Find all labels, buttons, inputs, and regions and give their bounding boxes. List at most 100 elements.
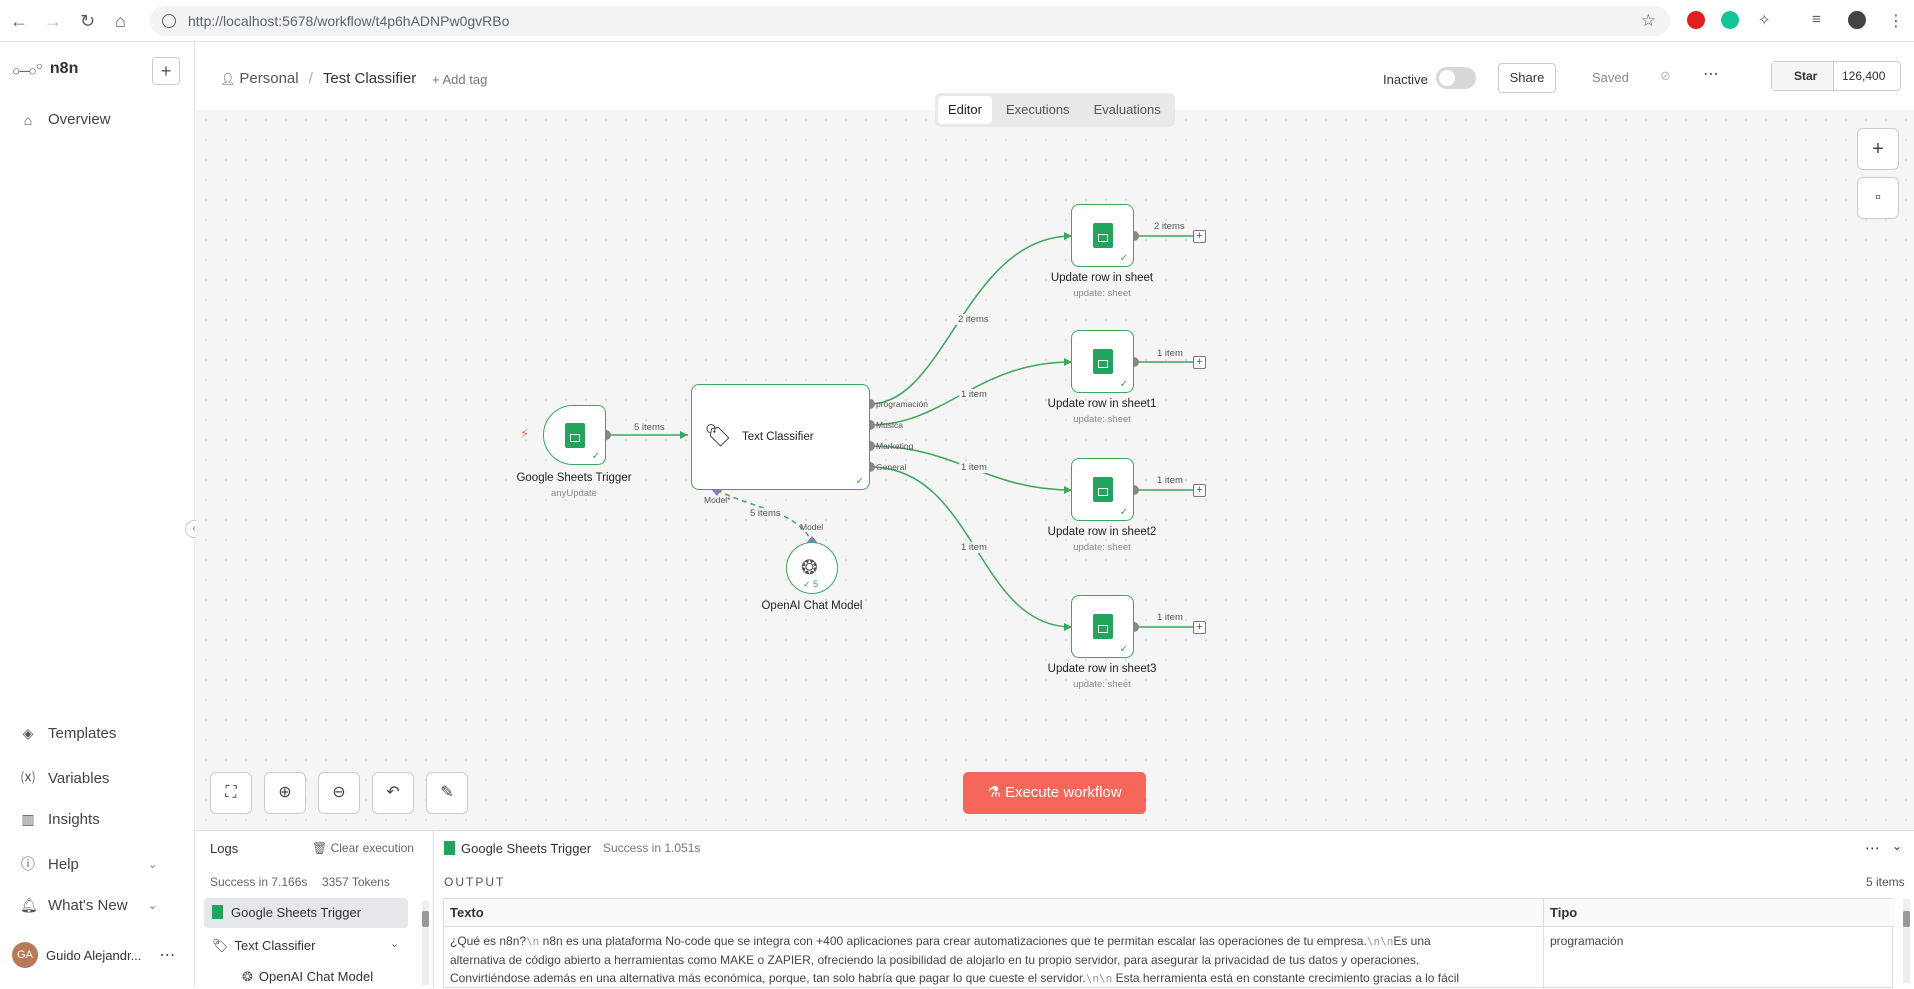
log-tree-item[interactable]: ❂ OpenAI Chat Model bbox=[242, 969, 373, 985]
edge-label: 5 items bbox=[632, 422, 667, 433]
zoom-in-icon[interactable]: ⊕ bbox=[264, 772, 306, 814]
google-sheets-icon bbox=[444, 841, 455, 855]
selected-node-status: Success in 1.051s bbox=[603, 841, 701, 855]
sticky-note-icon[interactable]: ▫ bbox=[1857, 177, 1899, 219]
sidebar-item-templates[interactable]: ◈ Templates bbox=[20, 725, 117, 742]
more-icon[interactable]: ⋯ bbox=[159, 945, 175, 965]
node-update-row-in-sheet[interactable]: ✓ bbox=[1071, 204, 1134, 267]
output-label: OUTPUT bbox=[444, 875, 506, 889]
sidebar: ○─○○ n8n + ⌂ Overview ◈ Templates ⒳ Vari… bbox=[0, 42, 195, 987]
logs-title: Logs bbox=[210, 841, 239, 856]
add-node-button[interactable]: + bbox=[1193, 230, 1206, 243]
log-tree-item[interactable]: Google Sheets Trigger bbox=[212, 905, 361, 920]
undo-icon[interactable]: ↶ bbox=[372, 772, 414, 814]
menu-icon[interactable]: ⋮ bbox=[1888, 11, 1904, 31]
output-port-label: programación bbox=[876, 399, 928, 409]
execute-workflow-button[interactable]: ⚗︎ Execute workflow bbox=[963, 772, 1146, 814]
address-bar[interactable]: http://localhost:5678/workflow/t4p6hADNP… bbox=[150, 6, 1670, 36]
back-icon[interactable]: ← bbox=[10, 11, 28, 32]
workflow-canvas[interactable]: ⚡︎ ✓ Google Sheets Trigger anyUpdate 5 i… bbox=[196, 110, 1914, 830]
edge-label: 2 items bbox=[956, 314, 991, 325]
active-toggle[interactable] bbox=[1436, 67, 1476, 89]
add-node-button[interactable]: + bbox=[1193, 621, 1206, 634]
sidebar-item-label: Insights bbox=[48, 811, 100, 828]
n8n-logo[interactable]: ○─○○ n8n bbox=[12, 60, 78, 79]
bookmark-star-icon[interactable]: ☆ bbox=[1641, 11, 1656, 31]
saved-status: Saved bbox=[1592, 70, 1629, 85]
breadcrumb-project[interactable]: Personal bbox=[239, 70, 298, 87]
reload-icon[interactable]: ↻ bbox=[80, 11, 95, 32]
chevron-down-icon[interactable]: ⌄ bbox=[390, 937, 399, 950]
more-options-icon[interactable]: ⋯ bbox=[1703, 64, 1719, 84]
zoom-out-icon[interactable]: ⊖ bbox=[318, 772, 360, 814]
add-node-button[interactable]: + bbox=[1193, 356, 1206, 369]
table-cell-tipo: programación bbox=[1550, 934, 1624, 948]
extensions-puzzle-icon[interactable]: ✧ bbox=[1758, 11, 1771, 29]
tab-evaluations[interactable]: Evaluations bbox=[1084, 96, 1171, 124]
scrollbar-thumb[interactable] bbox=[1903, 911, 1910, 927]
add-node-button[interactable]: + bbox=[1193, 484, 1206, 497]
scrollbar[interactable] bbox=[1903, 899, 1910, 983]
url-text: http://localhost:5678/workflow/t4p6hADNP… bbox=[188, 13, 510, 29]
add-node-panel-button[interactable]: + bbox=[1857, 128, 1899, 170]
github-star-count: 126,400 bbox=[1842, 69, 1886, 83]
run-token-count: 3357 Tokens bbox=[322, 875, 390, 889]
media-icon[interactable]: ≡ bbox=[1812, 11, 1821, 28]
help-icon: ⓘ bbox=[21, 856, 35, 872]
scrollbar[interactable] bbox=[422, 901, 429, 985]
output-items-count: 5 items bbox=[1866, 875, 1905, 889]
share-button[interactable]: Share bbox=[1498, 63, 1556, 93]
fit-view-icon[interactable]: ⛶ bbox=[210, 772, 252, 814]
create-button[interactable]: + bbox=[152, 57, 180, 85]
output-port-label: Musica bbox=[876, 420, 903, 430]
node-update-row-in-sheet2[interactable]: ✓ bbox=[1071, 458, 1134, 521]
n8n-logo-icon: ○─○○ bbox=[12, 60, 43, 79]
success-check-icon: ✓ bbox=[1119, 379, 1128, 390]
node-title: Update row in sheet bbox=[1050, 272, 1154, 284]
tidy-up-icon[interactable]: ✎ bbox=[426, 772, 468, 814]
log-tree-item[interactable]: 🏷︎ Text Classifier bbox=[212, 938, 315, 954]
site-info-icon[interactable] bbox=[162, 14, 176, 28]
edge-label: 1 item bbox=[1155, 348, 1185, 359]
workflow-name[interactable]: Test Classifier bbox=[323, 70, 416, 87]
sidebar-item-insights[interactable]: ▥ Insights bbox=[20, 811, 100, 828]
node-subtitle: anyUpdate bbox=[551, 488, 597, 499]
node-update-row-in-sheet1[interactable]: ✓ bbox=[1071, 330, 1134, 393]
chevron-down-icon[interactable]: ⌄ bbox=[1892, 839, 1902, 853]
brand-name: n8n bbox=[49, 60, 79, 78]
clear-execution-button[interactable]: 🗑︎ Clear execution bbox=[312, 841, 414, 855]
success-check-icon: ✓ bbox=[1119, 507, 1128, 518]
breadcrumb: 👤︎ Personal / Test Classifier bbox=[220, 70, 416, 87]
sidebar-item-whats-new[interactable]: 🔔︎ What's New ⌄ bbox=[20, 897, 157, 914]
forward-icon[interactable]: → bbox=[44, 11, 62, 32]
add-tag-button[interactable]: + Add tag bbox=[432, 72, 487, 87]
chevron-down-icon: ⌄ bbox=[148, 900, 158, 912]
github-star-button[interactable]: Star 126,400 bbox=[1771, 61, 1901, 91]
sidebar-item-help[interactable]: ⓘ Help ⌄ bbox=[20, 854, 157, 874]
grammarly-icon[interactable] bbox=[1721, 11, 1739, 29]
node-title: Update row in sheet1 bbox=[1047, 398, 1157, 410]
user-menu[interactable]: GA Guido Alejandr... ⋯ bbox=[12, 942, 175, 968]
edge-label: 1 item bbox=[959, 542, 989, 553]
more-options-icon[interactable]: ⋯ bbox=[1865, 839, 1880, 857]
sidebar-item-overview[interactable]: ⌂ Overview bbox=[20, 111, 111, 128]
sidebar-item-label: Overview bbox=[48, 111, 111, 128]
google-sheets-icon bbox=[565, 423, 585, 448]
node-subtitle: update: sheet bbox=[1073, 414, 1131, 425]
extension-icon[interactable] bbox=[1687, 11, 1705, 29]
profile-icon[interactable] bbox=[1848, 11, 1866, 29]
node-text-classifier[interactable]: 🏷︎ Text Classifier ✓ bbox=[691, 384, 870, 490]
tab-executions[interactable]: Executions bbox=[996, 96, 1080, 124]
output-port-label: General bbox=[876, 462, 907, 472]
node-google-sheets-trigger[interactable]: ✓ bbox=[543, 405, 606, 465]
success-check-icon: ✓ bbox=[1119, 253, 1128, 264]
home-icon[interactable]: ⌂ bbox=[115, 11, 126, 32]
tag-icon: 🏷︎ bbox=[704, 423, 732, 448]
node-update-row-in-sheet3[interactable]: ✓ bbox=[1071, 595, 1134, 658]
tab-editor[interactable]: Editor bbox=[938, 96, 992, 124]
scrollbar-thumb[interactable] bbox=[422, 911, 429, 927]
success-check-icon: ✓ bbox=[1119, 644, 1128, 655]
sidebar-item-variables[interactable]: ⒳ Variables bbox=[20, 768, 109, 788]
column-divider bbox=[1543, 899, 1544, 989]
node-openai-chat-model[interactable]: ❂ ✓ 5 bbox=[786, 542, 838, 594]
